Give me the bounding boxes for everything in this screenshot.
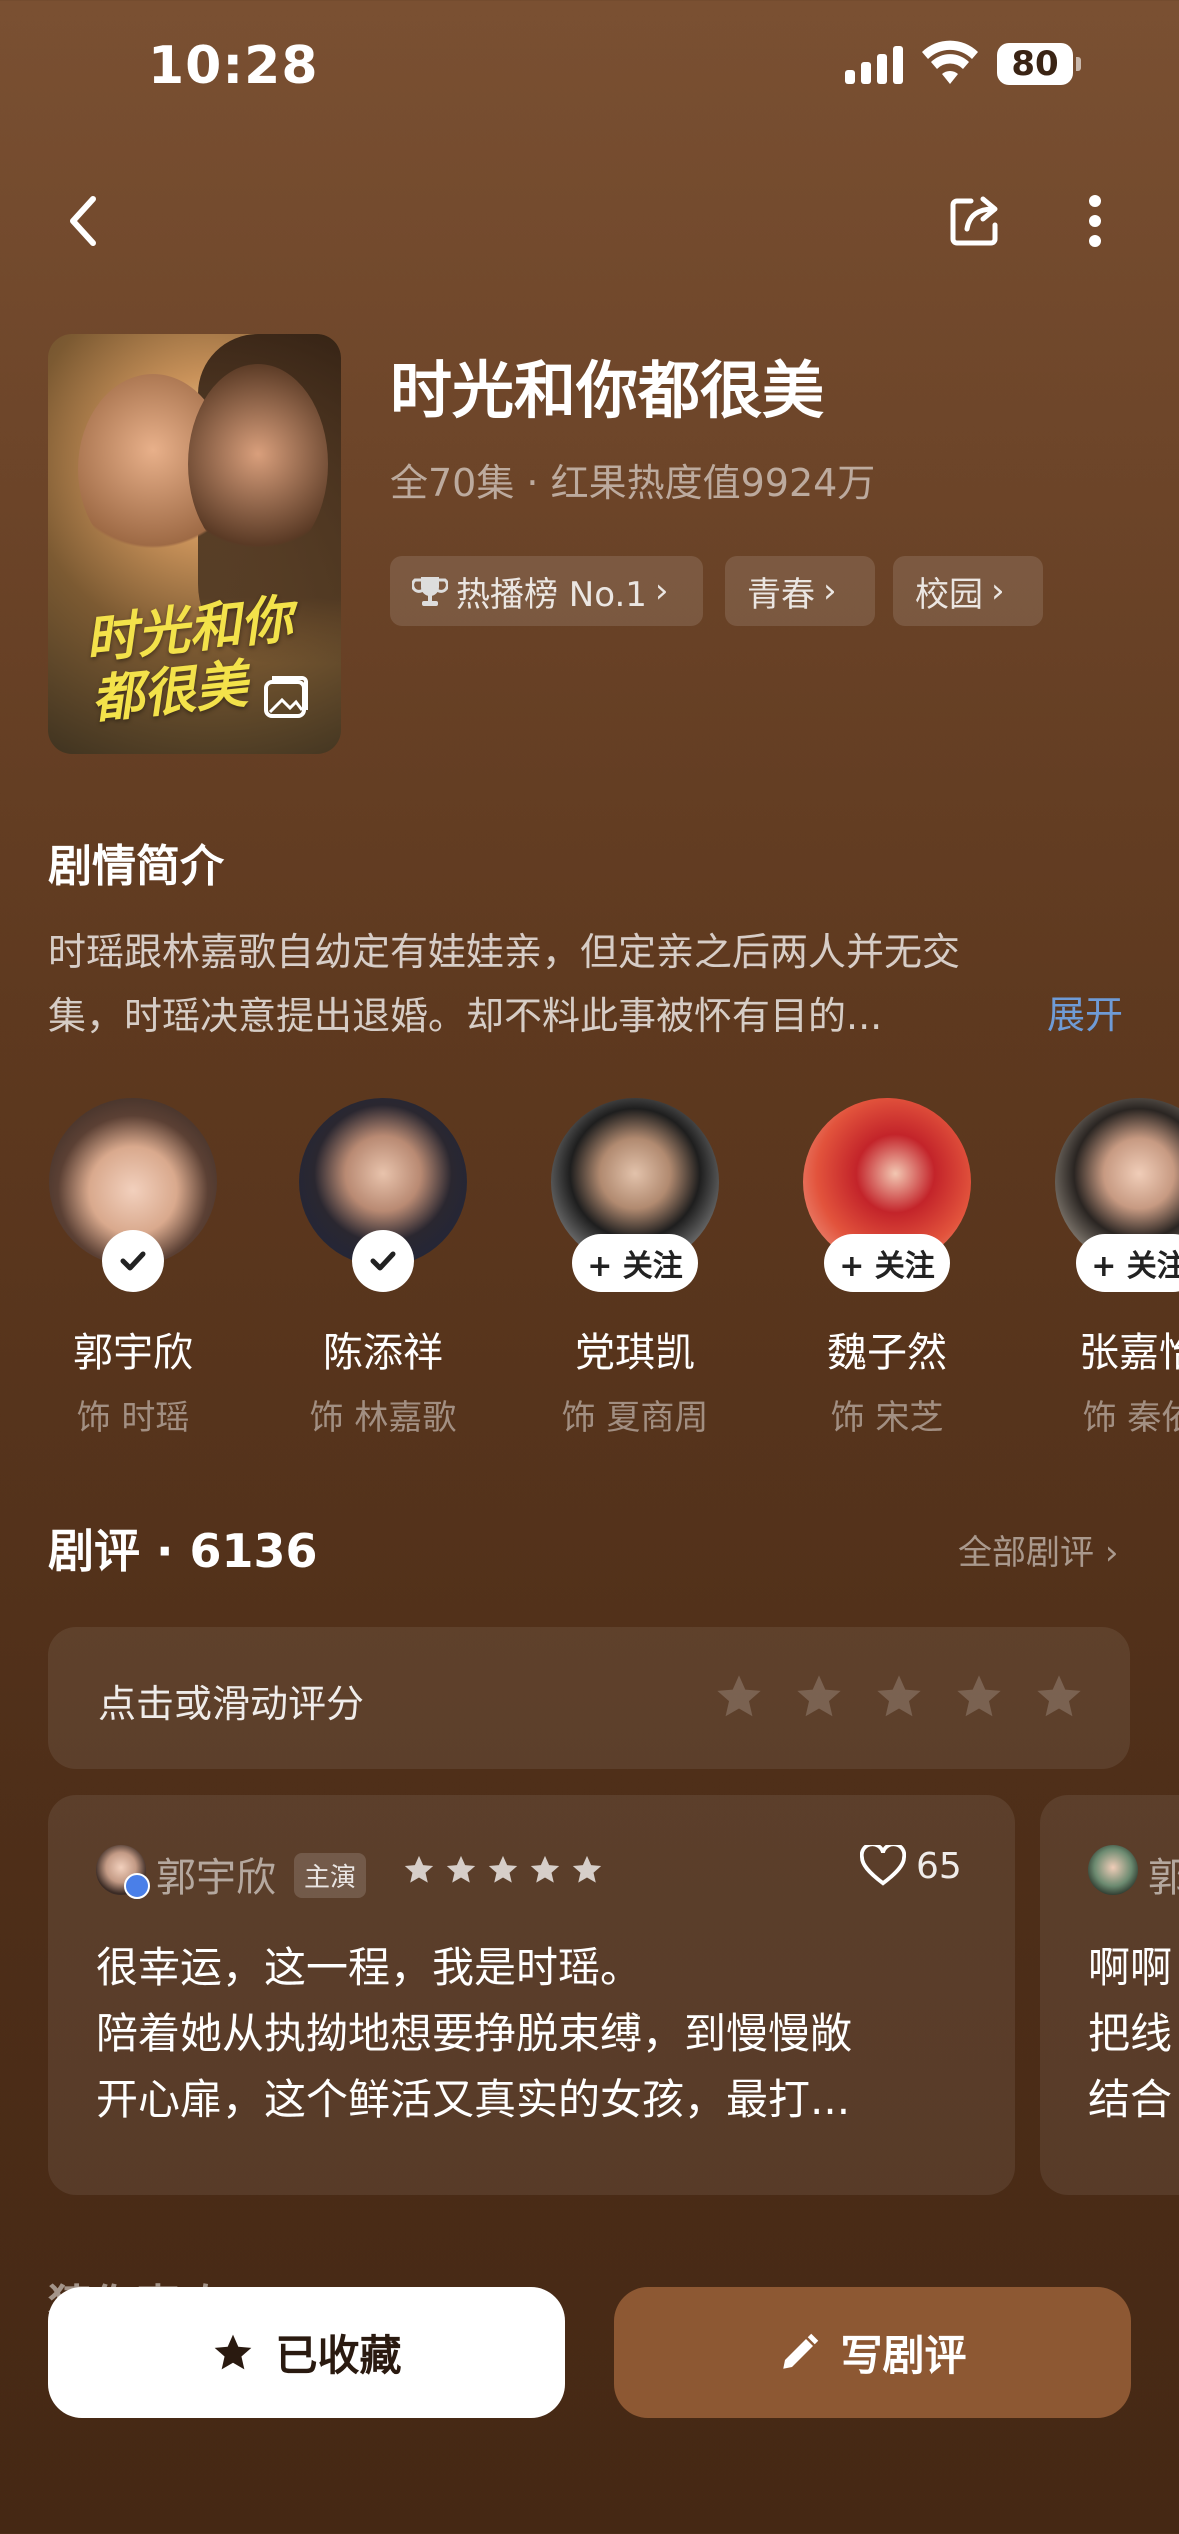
tag-hot-ranking[interactable]: 热播榜 No.1 › [390,556,703,626]
cast-name: 魏子然 [827,1330,947,1376]
cast-role: 饰 林嘉歌 [309,1398,457,1438]
chevron-right-icon: › [654,571,669,611]
share-button[interactable] [940,186,1010,256]
reviewer-avatar [1088,1845,1138,1895]
wifi-icon [922,40,978,84]
review-stars [402,1853,604,1887]
write-review-button[interactable]: 写剧评 [614,2287,1131,2418]
synopsis-text: 时瑶跟林嘉歌自幼定有娃娃亲，但定亲之后两人并无交 集，时瑶决意提出退婚。却不料此… [48,920,1088,1048]
cast-member[interactable]: + 关注 张嘉怡 饰 秦依 [1054,1098,1179,1439]
star-outline-icon[interactable] [953,1671,1005,1723]
rating-prompt: 点击或滑动评分 [98,1682,365,1726]
trophy-icon [412,577,448,606]
star-outline-icon[interactable] [873,1671,925,1723]
write-review-label: 写剧评 [840,2331,967,2380]
cast-role: 饰 秦依 [1082,1398,1179,1438]
pencil-icon [783,2333,819,2369]
star-outline-icon[interactable] [713,1671,765,1723]
heart-icon [860,1845,906,1886]
reviewer-name: 郭 [1148,1855,1179,1901]
chevron-right-icon: › [1104,1533,1119,1573]
cast-member[interactable]: + 关注 党琪凯 饰 夏商周 [550,1098,720,1439]
show-meta: 全70集 · 红果热度值9924万 [390,461,876,505]
poster-figure [188,364,328,564]
reviews-heading: 剧评 · 6136 [48,1524,318,1578]
all-reviews-label: 全部剧评 [958,1533,1094,1573]
rating-stars[interactable] [713,1671,1085,1723]
star-outline-icon[interactable] [1033,1671,1085,1723]
tag-youth[interactable]: 青春 › [725,556,875,626]
verified-icon [124,1873,150,1899]
battery-indicator: 80 [997,43,1081,85]
star-icon [404,1855,434,1883]
followed-check-icon[interactable] [102,1230,164,1292]
review-text: 啊啊 把线 结合 [1088,1935,1179,2133]
status-time: 10:28 [148,36,319,96]
star-icon [488,1855,518,1883]
cast-name: 张嘉怡 [1079,1330,1179,1376]
like-button[interactable]: 65 [860,1845,962,1887]
lead-actor-badge: 主演 [294,1853,367,1898]
follow-button[interactable]: + 关注 [1076,1234,1179,1292]
chevron-right-icon: › [991,571,1005,611]
cast-role: 饰 宋芝 [830,1398,944,1438]
cast-name: 陈添祥 [323,1330,443,1376]
more-button[interactable] [1060,186,1130,256]
review-text: 很幸运，这一程，我是时瑶。 陪着她从执拗地想要挣脱束缚，到慢慢敞 开心扉，这个鲜… [96,1935,996,2133]
review-line: 陪着她从执拗地想要挣脱束缚，到慢慢敞 [96,2009,853,2058]
review-line: 很幸运，这一程，我是时瑶。 [96,1943,643,1992]
review-line: 把线 [1088,2009,1173,2058]
cast-role: 饰 夏商周 [561,1398,709,1438]
share-icon [950,196,998,246]
like-count: 65 [916,1845,962,1887]
star-icon [446,1855,476,1883]
tag-label: 热播榜 No.1 [456,574,647,615]
star-outline-icon[interactable] [793,1671,845,1723]
tag-campus[interactable]: 校园 › [893,556,1043,626]
tag-label: 青春 [747,574,815,615]
review-card[interactable]: 郭宇欣 主演 65 很幸运，这一程，我是时瑶。 陪着她从执拗地想要挣脱束缚，到慢… [48,1795,1015,2195]
cast-name: 党琪凯 [575,1330,695,1376]
cast-member[interactable]: 郭宇欣 饰 时瑶 [48,1098,218,1439]
cast-role: 饰 时瑶 [76,1398,190,1438]
cast-member[interactable]: 陈添祥 饰 林嘉歌 [298,1098,468,1439]
star-icon [572,1855,602,1883]
chevron-right-icon: › [823,571,837,611]
expand-synopsis-link[interactable]: 展开 [1047,984,1123,1039]
star-icon [530,1855,560,1883]
synopsis-line: 时瑶跟林嘉歌自幼定有娃娃亲，但定亲之后两人并无交 [48,930,961,974]
show-title: 时光和你都很美 [390,354,825,427]
star-filled-icon [215,2334,252,2369]
back-button[interactable] [48,186,118,256]
all-reviews-link[interactable]: 全部剧评 › [958,1525,1118,1574]
follow-button[interactable]: + 关注 [824,1234,950,1292]
cellular-signal-icon [845,44,905,84]
follow-button[interactable]: + 关注 [572,1234,698,1292]
show-poster[interactable]: 时光和你都很美 [48,334,341,754]
reviewer-avatar [96,1845,150,1899]
favorited-label: 已收藏 [275,2331,402,2380]
tag-label: 校园 [915,574,983,615]
cast-name: 郭宇欣 [73,1330,193,1376]
synopsis-title: 剧情简介 [48,841,224,892]
review-line: 结合 [1088,2075,1173,2124]
review-card[interactable]: 郭 啊啊 把线 结合 [1040,1795,1179,2195]
favorited-button[interactable]: 已收藏 [48,2287,565,2418]
reviewer-name: 郭宇欣 [156,1855,276,1901]
review-line: 开心扉，这个鲜活又真实的女孩，最打... [96,2075,851,2124]
more-vertical-icon [1089,195,1101,247]
chevron-left-icon [70,196,96,246]
gallery-icon[interactable] [258,670,312,724]
followed-check-icon[interactable] [352,1230,414,1292]
synopsis-line: 集，时瑶决意提出退婚。却不料此事被怀有目的... [48,994,883,1038]
rating-input[interactable]: 点击或滑动评分 [48,1627,1130,1769]
review-line: 啊啊 [1088,1943,1173,1992]
cast-member[interactable]: + 关注 魏子然 饰 宋芝 [802,1098,972,1439]
